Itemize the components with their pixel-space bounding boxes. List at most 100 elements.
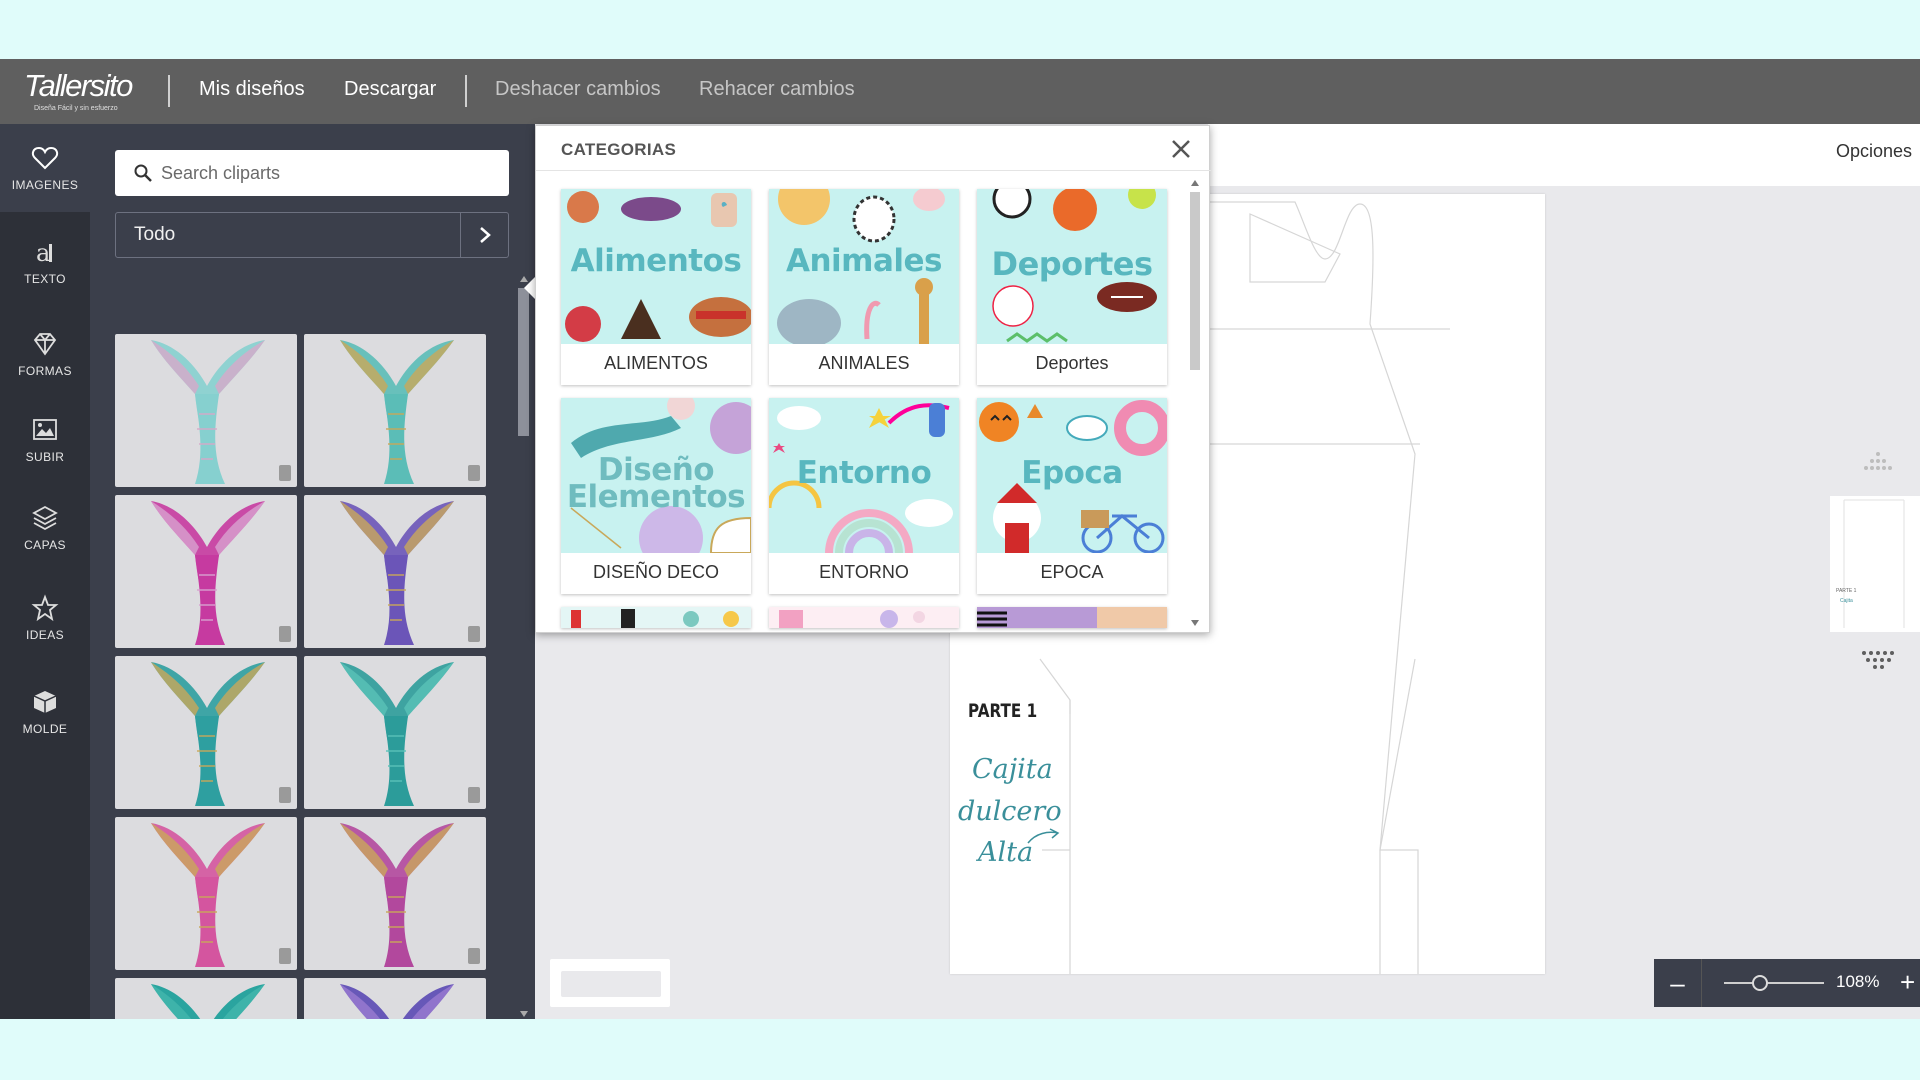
nav-subir[interactable]: SUBIR [0,396,90,484]
nav-texto[interactable]: a TEXTO [0,218,90,306]
page-thumbnail-frame[interactable] [550,959,670,1007]
scroll-down-icon[interactable] [520,1011,528,1017]
mis-disenos-link[interactable]: Mis diseños [199,78,305,101]
top-bar: Tallersito Diseña Fácil y sin esfuerzo M… [0,59,1920,124]
category-art-text: Alimentos [570,243,742,279]
scroll-up-icon[interactable] [1191,180,1199,186]
zoom-out-button[interactable]: – [1654,959,1702,1007]
design-text-line[interactable]: dulcero [958,796,1062,827]
category-art-text: Entorno [796,455,932,491]
panel-scrollbar[interactable] [515,274,533,1019]
filter-next-button[interactable] [460,213,508,257]
undo-button[interactable]: Deshacer cambios [495,78,661,101]
zoom-slider-knob[interactable] [1752,975,1768,991]
category-card-deportes[interactable]: Deportes Deportes [977,189,1167,385]
mermaid-tail-image [340,662,454,806]
category-card-partial[interactable] [769,607,959,628]
mermaid-tail-image [151,823,265,967]
clipart-marker [279,465,291,481]
nav-imagenes[interactable]: IMAGENES [0,124,90,212]
drag-grip-icon[interactable] [1858,649,1898,673]
category-label: DISEÑO DECO [592,562,720,582]
mermaid-tail-image [151,662,265,806]
clipart-thumbnail[interactable] [115,656,297,809]
zoom-in-button[interactable]: + [1900,967,1915,998]
category-card-partial[interactable] [977,607,1167,628]
category-label: EPOCA [1040,562,1104,582]
category-label: Deportes [1035,353,1109,373]
mermaid-tail-image [340,984,454,1019]
category-art-text: Epoca [1021,455,1123,491]
categories-popup: CATEGORIAS Alimentos ALIMENTOS Animales [535,125,1211,633]
opciones-button[interactable]: Opciones [1836,141,1912,162]
category-art-text: Elementos [566,479,746,515]
heart-icon [31,146,59,170]
diamond-icon [33,333,57,356]
category-card-diseno-deco[interactable]: Diseño Elementos DISEÑO DECO [561,398,751,594]
nav-label: SUBIR [25,450,65,464]
design-text-line[interactable]: Alta [978,837,1033,868]
category-card-partial[interactable] [561,607,751,628]
category-image: Diseño Elementos [561,398,751,553]
clipart-marker [468,948,480,964]
drag-grip-icon[interactable] [1858,450,1898,474]
layers-icon [32,505,58,531]
mermaid-tail-image [151,501,265,645]
redo-button[interactable]: Rehacer cambios [699,78,855,101]
svg-text:Cajita: Cajita [1840,598,1853,604]
nav-label: MOLDE [22,722,68,736]
right-page-preview[interactable]: PARTE 1 Cajita [1830,496,1920,632]
clipart-thumbnail[interactable] [115,495,297,648]
scroll-thumb[interactable] [518,288,529,436]
mermaid-tail-image [340,340,454,484]
category-image: Deportes [977,189,1167,344]
text-icon: a [36,239,52,266]
clipart-panel: Todo [90,124,535,1019]
category-card-alimentos[interactable]: Alimentos ALIMENTOS [561,189,751,385]
tallersito-logo[interactable]: Tallersito Diseña Fácil y sin esfuerzo [24,69,142,115]
cube-icon [33,691,57,713]
part-label: PARTE 1 [968,700,1038,722]
clipart-marker [468,787,480,803]
filter-value: Todo [134,224,176,245]
design-text-line[interactable]: Cajita [972,754,1053,785]
clipart-marker [279,948,291,964]
category-filter[interactable]: Todo [115,212,509,258]
descargar-link[interactable]: Descargar [344,78,436,101]
clipart-thumbnail[interactable] [304,978,486,1019]
nav-molde[interactable]: MOLDE [0,668,90,756]
scroll-down-icon[interactable] [1191,620,1199,626]
nav-formas[interactable]: FORMAS [0,310,90,398]
popup-scrollbar[interactable] [1186,178,1204,628]
nav-ideas[interactable]: IDEAS [0,574,90,662]
category-card-animales[interactable]: Animales ANIMALES [769,189,959,385]
category-card-epoca[interactable]: Epoca EPOCA [977,398,1167,594]
category-card-entorno[interactable]: Entorno ENTORNO [769,398,959,594]
nav-label: TEXTO [24,272,66,286]
clipart-thumbnail[interactable] [304,495,486,648]
clipart-thumbnail[interactable] [304,656,486,809]
zoom-slider-track[interactable] [1724,982,1824,984]
options-bar [1208,124,1920,186]
nav-label: IMAGENES [11,178,79,192]
clipart-thumbnail[interactable] [304,817,486,970]
logo-tagline: Diseña Fácil y sin esfuerzo [34,105,118,112]
search-box[interactable] [115,150,509,196]
category-image: Alimentos [561,189,751,344]
search-input[interactable] [161,162,481,184]
clipart-thumbnail[interactable] [115,817,297,970]
nav-capas[interactable]: CAPAS [0,484,90,572]
image-icon [33,419,57,440]
decorative-swirl [1027,828,1060,844]
clipart-marker [468,465,480,481]
close-icon[interactable] [1168,136,1194,162]
category-image: Epoca [977,398,1167,553]
category-image: Animales [769,189,959,344]
scroll-thumb[interactable] [1190,192,1200,370]
clipart-thumbnail[interactable] [304,334,486,487]
chevron-right-icon [479,227,491,243]
category-image: Entorno [769,398,959,553]
clipart-thumbnail[interactable] [115,334,297,487]
search-icon [134,164,152,182]
clipart-thumbnail[interactable] [115,978,297,1019]
